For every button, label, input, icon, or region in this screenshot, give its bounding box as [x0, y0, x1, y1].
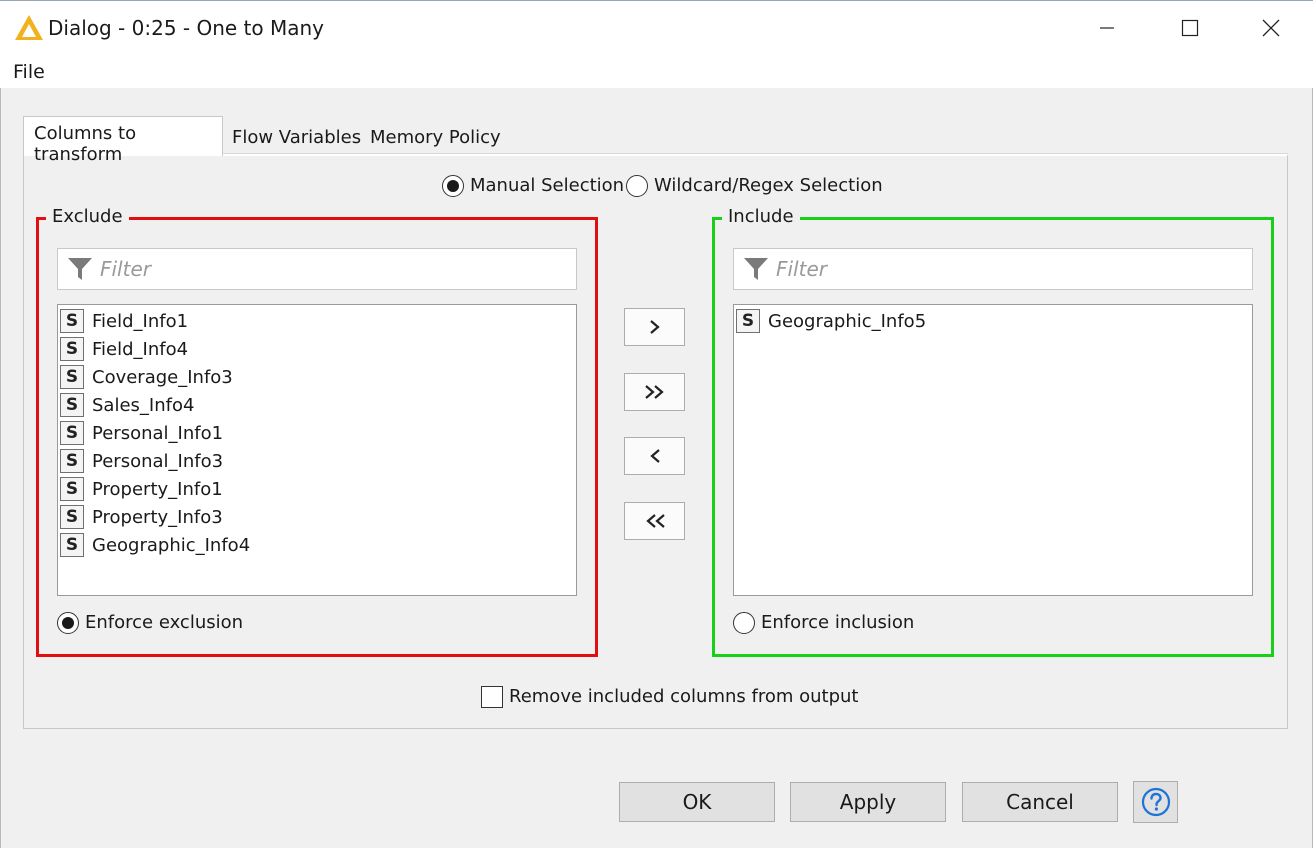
- list-item[interactable]: S Geographic_Info4: [58, 531, 576, 559]
- string-type-icon: S: [60, 449, 84, 473]
- enforce-inclusion-radio[interactable]: [733, 612, 755, 634]
- filter-icon: [744, 258, 768, 280]
- minimize-button[interactable]: [1087, 10, 1127, 46]
- list-item[interactable]: S Geographic_Info5: [734, 307, 1252, 335]
- filter-icon: [68, 258, 92, 280]
- list-item[interactable]: S Coverage_Info3: [58, 363, 576, 391]
- string-type-icon: S: [60, 309, 84, 333]
- string-type-icon: S: [60, 421, 84, 445]
- list-item-label: Sales_Info4: [92, 394, 195, 416]
- list-item-label: Geographic_Info4: [92, 534, 251, 556]
- window-title: Dialog - 0:25 - One to Many: [48, 16, 325, 40]
- list-item-label: Geographic_Info5: [768, 310, 927, 332]
- list-item-label: Field_Info1: [92, 310, 189, 332]
- string-type-icon: S: [736, 309, 760, 333]
- string-type-icon: S: [60, 337, 84, 361]
- include-title: Include: [722, 206, 800, 227]
- string-type-icon: S: [60, 393, 84, 417]
- maximize-icon: [1181, 19, 1199, 37]
- tab-flow-variables[interactable]: Flow Variables: [222, 120, 371, 154]
- list-item[interactable]: S Personal_Info3: [58, 447, 576, 475]
- menu-bar: [0, 56, 1313, 88]
- list-item-label: Coverage_Info3: [92, 366, 233, 388]
- help-icon: [1141, 787, 1170, 817]
- list-item-label: Field_Info4: [92, 338, 189, 360]
- double-chevron-left-icon: [645, 514, 665, 528]
- string-type-icon: S: [60, 477, 84, 501]
- list-item[interactable]: S Property_Info1: [58, 475, 576, 503]
- chevron-right-icon: [649, 320, 660, 334]
- manual-selection-label[interactable]: Manual Selection: [470, 175, 624, 196]
- list-item[interactable]: S Property_Info3: [58, 503, 576, 531]
- wildcard-selection-label[interactable]: Wildcard/Regex Selection: [654, 175, 883, 196]
- list-item[interactable]: S Sales_Info4: [58, 391, 576, 419]
- string-type-icon: S: [60, 505, 84, 529]
- include-filter-input[interactable]: [774, 256, 1214, 282]
- help-button[interactable]: [1133, 781, 1178, 823]
- remove-included-checkbox[interactable]: [481, 686, 503, 708]
- include-filter[interactable]: [733, 248, 1253, 290]
- minimize-icon: [1100, 27, 1114, 29]
- menu-file[interactable]: File: [13, 61, 45, 83]
- enforce-exclusion-label[interactable]: Enforce exclusion: [85, 612, 243, 633]
- list-item-label: Property_Info3: [92, 506, 223, 528]
- list-item[interactable]: S Field_Info4: [58, 335, 576, 363]
- close-icon: [1262, 19, 1280, 37]
- list-item-label: Personal_Info3: [92, 450, 224, 472]
- string-type-icon: S: [60, 365, 84, 389]
- include-list[interactable]: S Geographic_Info5: [733, 304, 1253, 596]
- list-item[interactable]: S Personal_Info1: [58, 419, 576, 447]
- list-item-label: Personal_Info1: [92, 422, 224, 444]
- exclude-filter[interactable]: [57, 248, 577, 290]
- enforce-exclusion-radio[interactable]: [57, 612, 79, 634]
- remove-included-label[interactable]: Remove included columns from output: [509, 686, 858, 707]
- enforce-inclusion-label[interactable]: Enforce inclusion: [761, 612, 914, 633]
- exclude-filter-input[interactable]: [98, 256, 538, 282]
- maximize-button[interactable]: [1170, 10, 1210, 46]
- cancel-button[interactable]: Cancel: [962, 782, 1118, 822]
- add-all-button[interactable]: [624, 373, 685, 411]
- string-type-icon: S: [60, 533, 84, 557]
- tab-memory-policy[interactable]: Memory Policy: [360, 120, 511, 154]
- exclude-title: Exclude: [46, 206, 129, 227]
- add-button[interactable]: [624, 308, 685, 346]
- tab-label: Columns to transform: [34, 123, 137, 165]
- list-item-label: Property_Info1: [92, 478, 223, 500]
- manual-selection-radio[interactable]: [442, 175, 464, 197]
- close-button[interactable]: [1251, 10, 1291, 46]
- list-item[interactable]: S Field_Info1: [58, 307, 576, 335]
- remove-all-button[interactable]: [624, 502, 685, 540]
- apply-button[interactable]: Apply: [790, 782, 946, 822]
- ok-button[interactable]: OK: [619, 782, 775, 822]
- warning-triangle-icon: [15, 15, 43, 40]
- remove-button[interactable]: [624, 437, 685, 475]
- exclude-list[interactable]: S Field_Info1 S Field_Info4 S Coverage_Info…: [57, 304, 577, 596]
- chevron-left-icon: [649, 449, 660, 463]
- wildcard-selection-radio[interactable]: [626, 175, 648, 197]
- tab-columns-to-transform[interactable]: Columns to transform: [23, 116, 223, 165]
- double-chevron-right-icon: [644, 385, 664, 399]
